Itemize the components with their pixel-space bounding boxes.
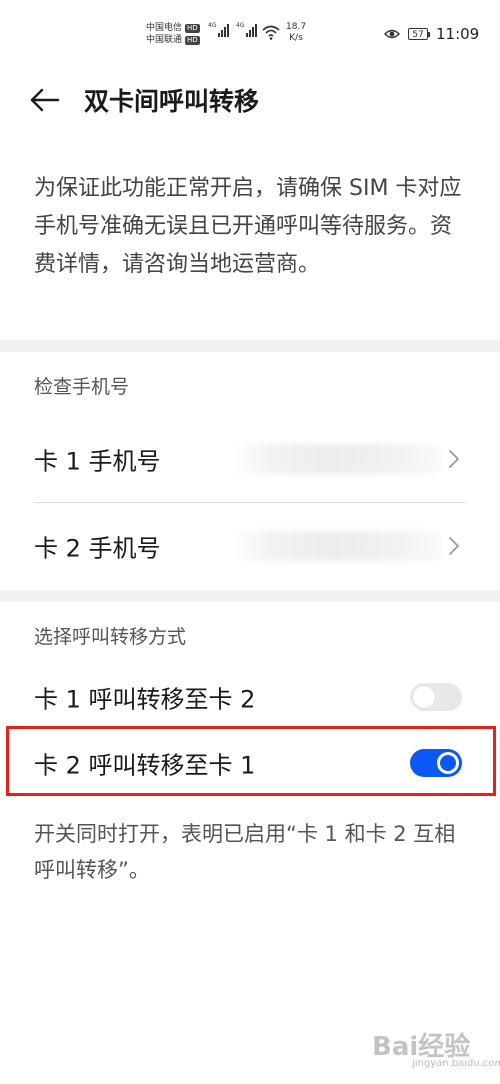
- section-divider: [0, 340, 500, 352]
- toggle-knob: [413, 686, 435, 708]
- forward-section-heading: 选择呼叫转移方式: [34, 626, 187, 648]
- hd-badge-2: HD: [185, 35, 200, 45]
- app-header: 双卡间呼叫转移: [0, 70, 500, 130]
- watermark-subtext: jingyan.baidu.com: [412, 1058, 500, 1069]
- forward-card1-to-card2-toggle[interactable]: [410, 683, 462, 711]
- chevron-right-icon: [449, 537, 459, 555]
- footnote-text: 开关同时打开，表明已启用“卡 1 和卡 2 互相呼叫转移”。: [34, 822, 456, 882]
- card1-number-value-blurred: [230, 444, 440, 474]
- forward-card1-to-card2-label: 卡 1 呼叫转移至卡 2: [34, 685, 256, 714]
- signal-2-icon: 4G: [236, 22, 257, 37]
- eye-comfort-icon: [384, 29, 400, 39]
- signal-1-icon: 4G: [208, 22, 229, 37]
- check-section-heading: 检查手机号: [34, 376, 130, 398]
- intro-text: 为保证此功能正常开启，请确保 SIM 卡对应手机号准确无误且已开通呼叫等待服务。…: [34, 176, 462, 277]
- page-title: 双卡间呼叫转移: [84, 87, 260, 116]
- toggle-knob: [437, 752, 459, 774]
- network-speed-value: 18.7: [286, 22, 307, 32]
- baidu-jingyan-watermark: Bai经验 jingyan.baidu.com: [372, 1026, 500, 1078]
- battery-level: 57: [412, 30, 424, 40]
- chevron-right-icon: [449, 450, 459, 468]
- network-speed-unit: K/s: [289, 33, 303, 43]
- network-type-2: 4G: [236, 22, 245, 29]
- network-speed: 18.7 K/s: [286, 22, 306, 44]
- forward-card2-to-card1-row[interactable]: 卡 2 呼叫转移至卡 1: [0, 720, 500, 806]
- forward-card2-to-card1-toggle[interactable]: [410, 749, 462, 777]
- clock: 11:09: [436, 25, 480, 43]
- card1-number-row[interactable]: 卡 1 手机号: [0, 416, 500, 502]
- card2-number-value-blurred: [230, 531, 440, 561]
- carrier-1-label: 中国电信: [146, 23, 183, 33]
- hd-badge-1: HD: [185, 23, 200, 33]
- card2-number-row[interactable]: 卡 2 手机号: [0, 503, 500, 589]
- carrier-2-label: 中国联通: [146, 35, 183, 45]
- battery-icon: 57: [408, 28, 430, 40]
- card2-number-label: 卡 2 手机号: [34, 534, 161, 563]
- status-bar: 中国电信 HD 中国联通 HD 4G 4G 18.7 K/s 57 11:09: [0, 0, 500, 60]
- carrier-info: 中国电信 HD 中国联通 HD: [146, 22, 200, 46]
- back-arrow-icon[interactable]: [28, 84, 64, 116]
- network-type-1: 4G: [208, 22, 217, 29]
- card1-number-label: 卡 1 手机号: [34, 447, 161, 476]
- forward-card2-to-card1-label: 卡 2 呼叫转移至卡 1: [34, 751, 256, 780]
- wifi-icon: [262, 25, 280, 40]
- section-divider: [0, 590, 500, 602]
